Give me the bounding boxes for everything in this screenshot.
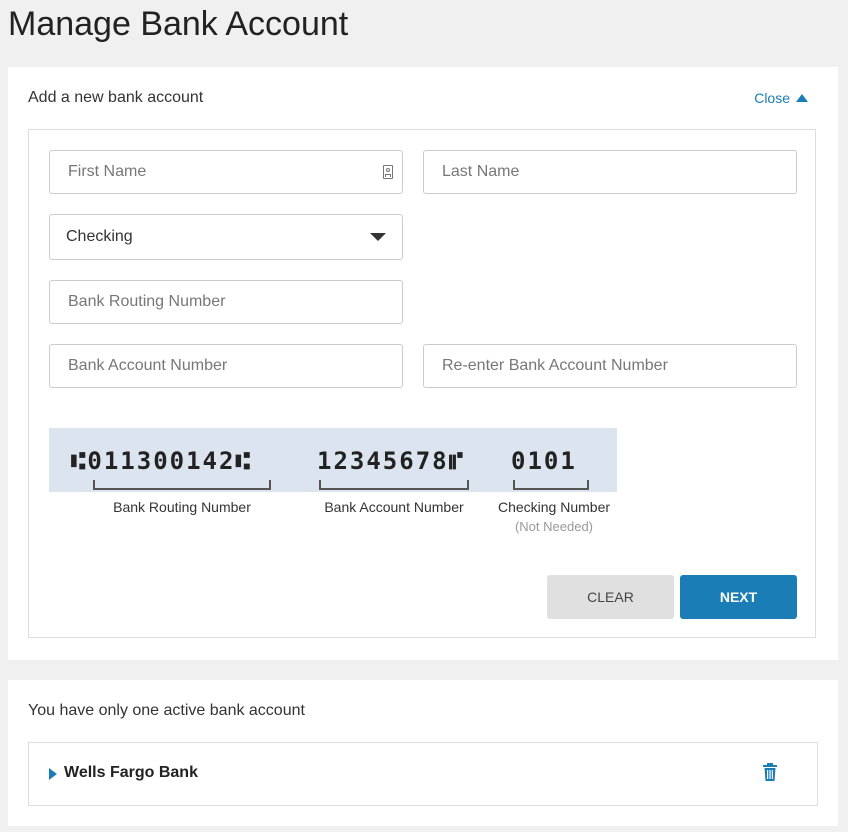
check-bracket	[513, 480, 589, 490]
account-micr: 12345678⑈	[317, 447, 465, 475]
page-title: Manage Bank Account	[8, 5, 349, 43]
routing-micr: ⑆011300142⑆	[71, 447, 252, 475]
contact-card-icon[interactable]	[383, 165, 393, 179]
routing-number-field[interactable]	[49, 280, 403, 324]
account-label: Bank Account Number	[324, 499, 464, 515]
account-number-input[interactable]	[66, 356, 402, 376]
first-name-field[interactable]	[49, 150, 403, 194]
active-accounts-card: You have only one active bank account We…	[8, 680, 838, 826]
first-name-input[interactable]	[66, 162, 402, 182]
check-sublabel: (Not Needed)	[514, 519, 594, 534]
chevron-down-icon[interactable]	[370, 233, 386, 241]
account-type-select[interactable]: Checking	[49, 214, 403, 260]
reenter-account-number-input[interactable]	[440, 356, 796, 376]
last-name-input[interactable]	[440, 162, 796, 182]
caret-up-icon	[796, 94, 808, 102]
bank-name: Wells Fargo Bank	[64, 764, 198, 781]
reenter-account-number-field[interactable]	[423, 344, 797, 388]
check-label: Checking Number	[497, 499, 611, 515]
add-account-card: Add a new bank account Close Checking ⑆0…	[8, 67, 838, 660]
routing-label: Bank Routing Number	[113, 499, 251, 515]
routing-number-input[interactable]	[66, 292, 402, 312]
account-type-value: Checking	[66, 228, 133, 245]
active-accounts-message: You have only one active bank account	[28, 702, 305, 719]
next-button[interactable]: NEXT	[680, 575, 797, 619]
account-number-field[interactable]	[49, 344, 403, 388]
last-name-field[interactable]	[423, 150, 797, 194]
bank-account-row[interactable]: Wells Fargo Bank	[28, 742, 818, 806]
check-micr: 0101	[511, 447, 577, 475]
add-account-header: Add a new bank account	[28, 89, 204, 106]
add-account-form: Checking ⑆011300142⑆ 12345678⑈ 0101 Bank…	[28, 129, 816, 638]
routing-bracket	[93, 480, 271, 490]
close-label: Close	[754, 90, 790, 106]
close-button[interactable]: Close	[754, 90, 808, 106]
caret-right-icon[interactable]	[49, 768, 57, 780]
account-bracket	[319, 480, 469, 490]
clear-button[interactable]: CLEAR	[547, 575, 674, 619]
trash-icon[interactable]	[763, 763, 777, 781]
